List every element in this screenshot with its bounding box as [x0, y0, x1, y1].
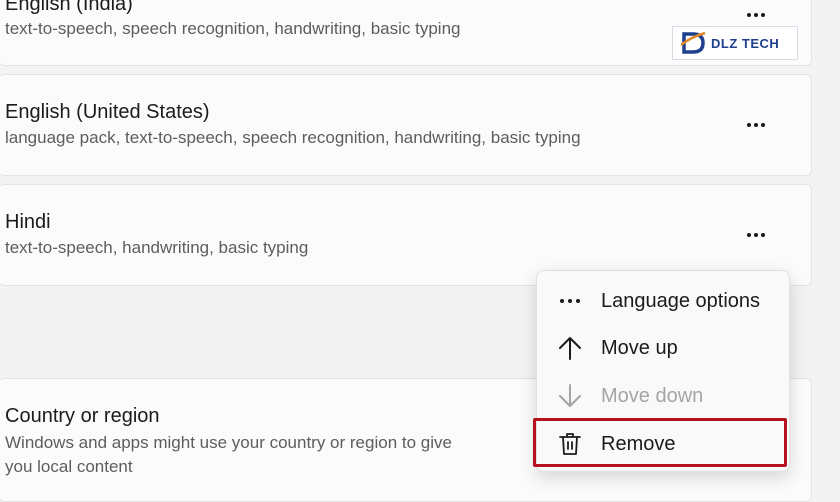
language-name: English (United States) [5, 101, 210, 123]
language-name: Hindi [5, 211, 51, 233]
language-card-english-us: English (United States) language pack, t… [0, 74, 812, 176]
region-title: Country or region [5, 405, 160, 427]
logo-icon [680, 31, 707, 55]
more-options-button[interactable] [741, 225, 771, 245]
region-description: Windows and apps might use your country … [5, 433, 452, 452]
arrow-down-icon [557, 383, 583, 409]
ellipsis-icon [557, 288, 583, 314]
menu-item-language-options[interactable]: Language options [537, 281, 789, 321]
menu-label: Move down [601, 384, 704, 407]
remove-highlight-box [533, 418, 787, 467]
menu-label: Move up [601, 336, 678, 359]
region-description-2: you local content [5, 457, 133, 476]
menu-item-move-down: Move down [537, 376, 789, 416]
language-features: text-to-speech, handwriting, basic typin… [5, 238, 309, 257]
logo-text: DLZ TECH [711, 35, 780, 51]
more-icon [747, 233, 751, 237]
menu-label: Language options [601, 289, 761, 312]
more-options-button[interactable] [741, 115, 771, 135]
language-features: language pack, text-to-speech, speech re… [5, 128, 581, 147]
more-icon [747, 13, 751, 17]
language-name: English (India) [5, 0, 133, 15]
arrow-up-icon [557, 335, 583, 361]
more-icon [747, 123, 751, 127]
brand-logo: DLZ TECH [672, 26, 798, 60]
language-features: text-to-speech, speech recognition, hand… [5, 19, 461, 38]
more-options-button[interactable] [741, 5, 771, 25]
menu-item-move-up[interactable]: Move up [537, 328, 789, 368]
